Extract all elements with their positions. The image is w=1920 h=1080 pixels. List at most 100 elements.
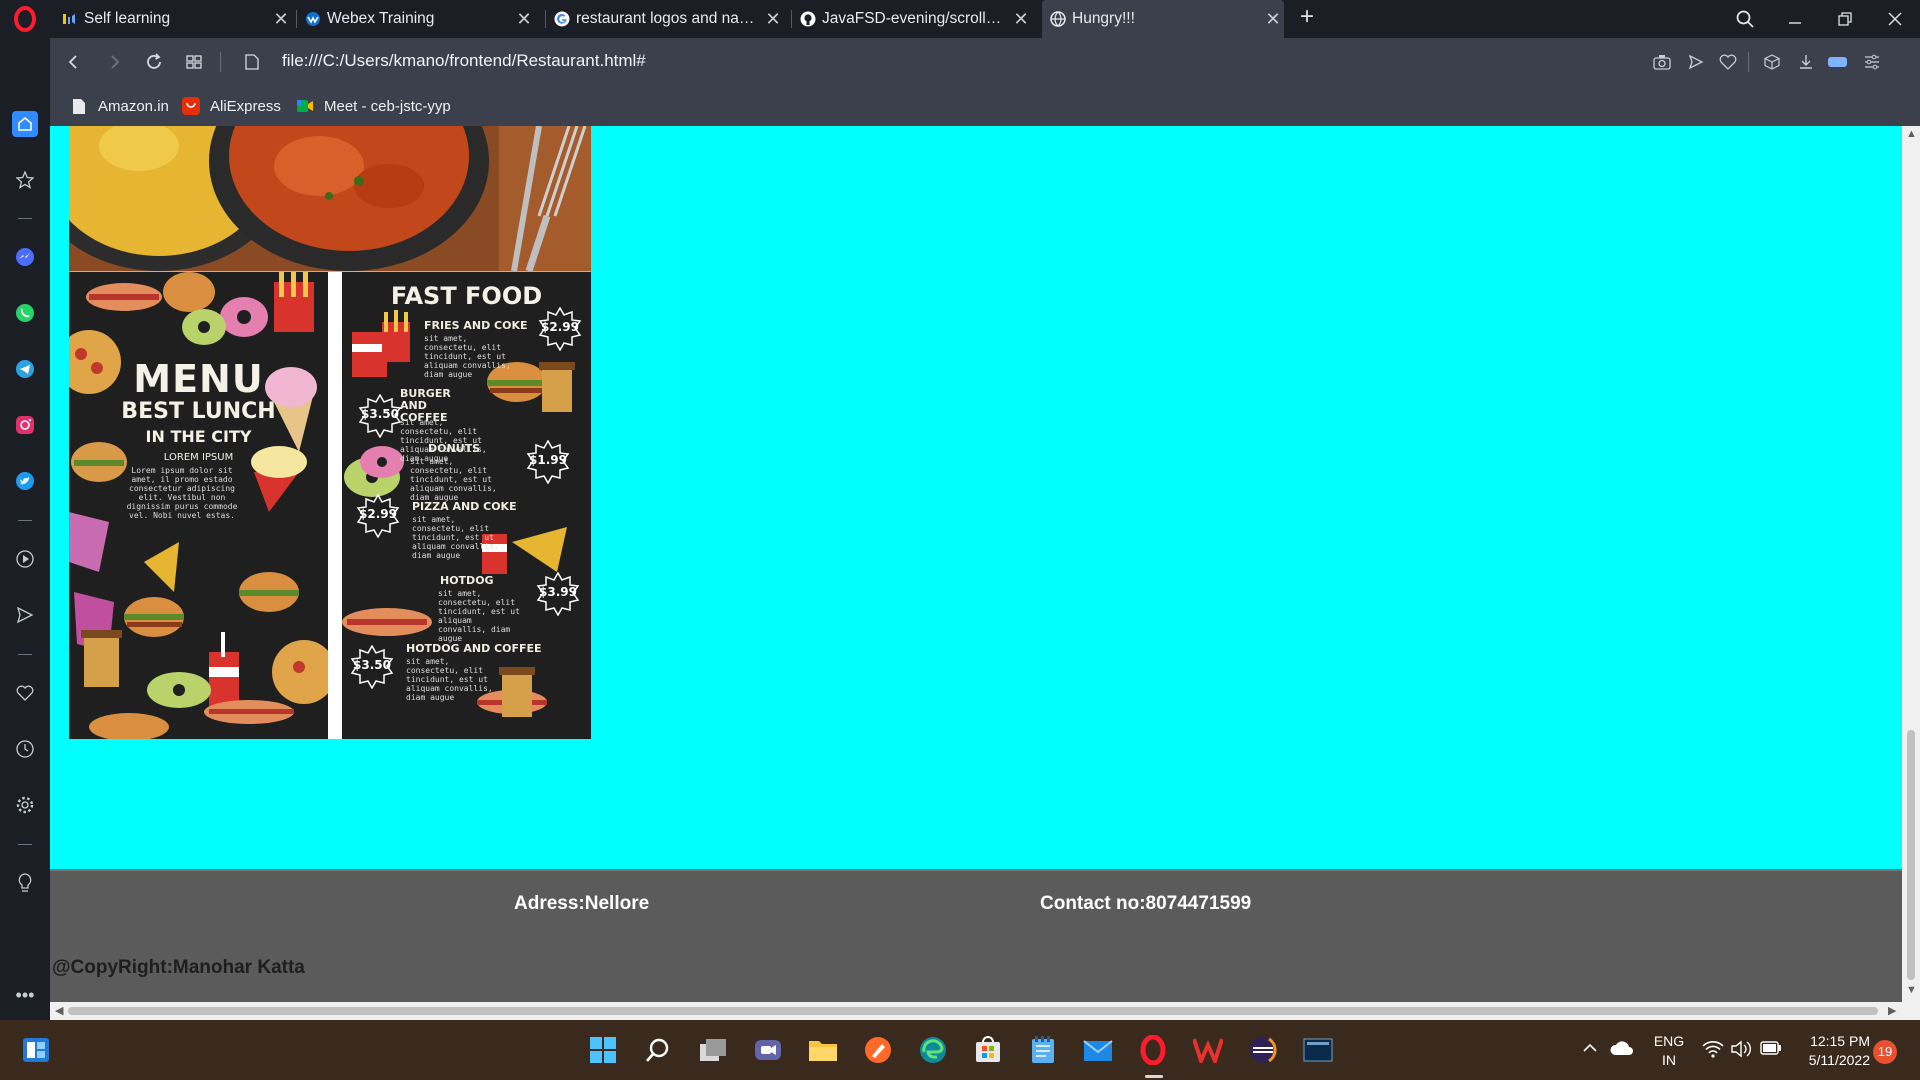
widgets-icon[interactable] — [20, 1034, 52, 1066]
food-photo — [69, 126, 591, 271]
menu-item-description: sit amet, consectetu, elit tincidunt, es… — [412, 515, 499, 560]
history-icon[interactable] — [12, 736, 38, 762]
scroll-up-icon[interactable]: ▲ — [1906, 128, 1917, 140]
wifi-icon[interactable] — [1702, 1040, 1724, 1063]
microsoft-store-icon[interactable] — [972, 1034, 1004, 1066]
heart-icon[interactable] — [12, 680, 38, 706]
vertical-scrollbar[interactable]: ▲ ▼ — [1902, 126, 1920, 1002]
sidebar-divider — [18, 654, 32, 655]
send-icon[interactable] — [12, 602, 38, 628]
language-indicator[interactable]: ENG IN — [1651, 1032, 1687, 1070]
search-tabs-button[interactable] — [1720, 0, 1770, 38]
home-icon[interactable] — [12, 111, 38, 137]
tab-webex-training[interactable]: Webex Training ✕ — [305, 0, 535, 38]
tab-self-learning[interactable]: Self learning ✕ — [62, 0, 292, 38]
whatsapp-icon[interactable] — [12, 300, 38, 326]
star-icon[interactable] — [12, 167, 38, 193]
page-info-icon[interactable] — [240, 50, 264, 74]
aliexpress-icon — [182, 97, 200, 115]
price-label: $1.99 — [529, 453, 567, 467]
scroll-left-icon[interactable]: ◀ — [55, 1004, 63, 1017]
windows-start-icon[interactable] — [587, 1034, 619, 1066]
mysql-shell-icon[interactable] — [1302, 1034, 1334, 1066]
battery-icon[interactable] — [1760, 1041, 1782, 1060]
scrollbar-thumb[interactable] — [68, 1007, 1878, 1015]
tab-divider — [296, 10, 297, 28]
show-hidden-icons-icon[interactable] — [1582, 1040, 1598, 1061]
player-icon[interactable] — [12, 546, 38, 572]
mail-icon[interactable] — [1082, 1034, 1114, 1066]
notepad-icon[interactable] — [1027, 1034, 1059, 1066]
onedrive-icon[interactable] — [1610, 1039, 1634, 1062]
extensions-button[interactable] — [1760, 50, 1784, 74]
pen-app-icon[interactable] — [862, 1034, 894, 1066]
snapshot-button[interactable] — [1650, 50, 1674, 74]
wps-office-icon[interactable] — [1192, 1034, 1224, 1066]
volume-icon[interactable] — [1730, 1040, 1752, 1063]
menu-item-name: PIZZA AND COKE — [412, 500, 517, 513]
favorite-button[interactable] — [1716, 50, 1740, 74]
language-code: ENG — [1653, 1033, 1685, 1049]
more-icon[interactable]: ••• — [12, 982, 38, 1008]
bookmark-meet[interactable]: Meet - ceb-jstc-yyp — [296, 94, 451, 118]
bookmark-amazon[interactable]: Amazon.in — [70, 94, 169, 118]
minimize-button[interactable] — [1770, 0, 1820, 38]
gear-icon[interactable] — [12, 792, 38, 818]
eclipse-ide-icon[interactable] — [1247, 1034, 1279, 1066]
opera-taskbar-icon[interactable] — [1137, 1034, 1169, 1066]
tabs-grid-button[interactable] — [182, 50, 206, 74]
telegram-icon[interactable] — [12, 356, 38, 382]
price-badge: $2.99 — [356, 493, 400, 539]
instagram-icon[interactable] — [12, 412, 38, 438]
system-clock[interactable]: 12:15 PM 5/11/2022 — [1800, 1032, 1870, 1070]
horizontal-scrollbar[interactable]: ◀ ▶ — [50, 1002, 1920, 1020]
scroll-right-icon[interactable]: ▶ — [1888, 1004, 1896, 1017]
toolbar-divider — [220, 52, 221, 72]
close-icon[interactable]: ✕ — [513, 8, 535, 30]
search-icon[interactable] — [642, 1034, 674, 1066]
back-button[interactable] — [62, 50, 86, 74]
battery-saver-button[interactable] — [1826, 50, 1850, 74]
lightbulb-icon[interactable] — [12, 870, 38, 896]
footer-copyright: @CopyRight:Manohar Katta — [52, 957, 305, 978]
file-explorer-icon[interactable] — [807, 1034, 839, 1066]
close-icon[interactable]: ✕ — [762, 8, 784, 30]
reload-button[interactable] — [142, 50, 166, 74]
twitter-icon[interactable] — [12, 468, 38, 494]
price-label: $3.50 — [361, 407, 399, 421]
menu-heading: MENU — [133, 357, 264, 401]
tab-title: JavaFSD-evening/scrollspy — [822, 10, 1006, 27]
bookmark-aliexpress[interactable]: AliExpress — [182, 94, 281, 118]
close-icon[interactable]: ✕ — [270, 8, 292, 30]
bookmark-label: Meet - ceb-jstc-yyp — [324, 97, 451, 115]
send-button[interactable] — [1684, 50, 1708, 74]
edge-browser-icon[interactable] — [917, 1034, 949, 1066]
sound-icon — [62, 11, 78, 27]
downloads-button[interactable] — [1794, 50, 1818, 74]
google-icon — [554, 11, 570, 27]
close-window-button[interactable] — [1870, 0, 1920, 38]
minimize-icon — [1789, 22, 1801, 24]
menu-subtitle: BEST LUNCH — [121, 399, 276, 424]
close-icon[interactable]: ✕ — [1010, 8, 1032, 30]
scroll-down-icon[interactable]: ▼ — [1906, 984, 1917, 996]
download-icon — [1800, 55, 1812, 69]
tab-hungry[interactable]: Hungry!!! ✕ — [1042, 0, 1284, 38]
easy-setup-button[interactable] — [1860, 50, 1884, 74]
restore-button[interactable] — [1820, 0, 1870, 38]
scrollbar-thumb[interactable] — [1907, 730, 1915, 980]
new-tab-button[interactable]: + — [1295, 5, 1319, 30]
notification-badge[interactable]: 19 — [1873, 1040, 1897, 1064]
tab-github-scrollspy[interactable]: JavaFSD-evening/scrollspy ✕ — [800, 0, 1032, 38]
page-footer: Adress:Nellore Contact no:8074471599 @Co… — [50, 869, 1902, 1002]
close-icon[interactable]: ✕ — [1262, 8, 1284, 30]
forward-button[interactable] — [102, 50, 126, 74]
opera-logo-icon[interactable] — [14, 6, 36, 32]
url-field[interactable]: file:///C:/Users/kmano/frontend/Restaura… — [282, 51, 646, 71]
task-view-icon[interactable] — [697, 1034, 729, 1066]
settings-sliders-icon — [1865, 54, 1879, 70]
tab-divider — [791, 10, 792, 28]
tab-restaurant-logos[interactable]: restaurant logos and name ✕ — [554, 0, 784, 38]
messenger-icon[interactable] — [12, 244, 38, 270]
teams-chat-icon[interactable] — [752, 1034, 784, 1066]
